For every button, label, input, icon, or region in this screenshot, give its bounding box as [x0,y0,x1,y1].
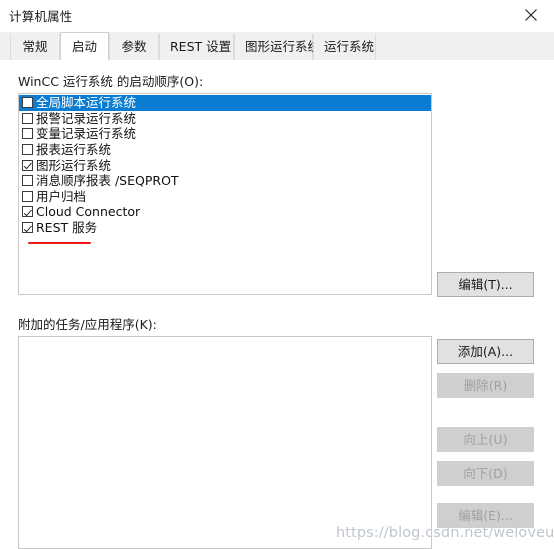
startup-list-item-label: 报表运行系统 [36,142,112,158]
checkbox-checked-icon[interactable] [22,206,33,218]
startup-list-item[interactable]: 消息顺序报表 /SEQPROT [19,173,431,189]
startup-list-item[interactable]: 报警记录运行系统 [19,111,431,127]
tab-panel-startup: WinCC 运行系统 的启动顺序(O): 全局脚本运行系统 报警记录运行系统 变量记… [0,60,554,549]
edit-task-button: 编辑(E)... [437,503,534,528]
red-underline-annotation [28,242,91,244]
additional-tasks-listbox[interactable] [18,336,432,549]
tab-0[interactable]: 常规 [10,34,60,60]
move-down-button: 向下(D) [437,461,534,486]
move-up-button: 向上(U) [437,427,534,452]
startup-list-item[interactable]: REST 服务 [19,220,431,236]
checkbox-unchecked-icon[interactable] [22,128,33,140]
additional-tasks-label: 附加的任务/应用程序(K): [18,317,157,332]
startup-list-item[interactable]: 报表运行系统 [19,142,431,158]
checkbox-checked-icon[interactable] [22,222,33,234]
add-task-button[interactable]: 添加(A)... [437,339,534,364]
tab-3[interactable]: REST 设置 [159,34,234,60]
tab-1[interactable]: 启动 [60,32,109,60]
tab-2[interactable]: 参数 [109,34,159,60]
startup-list-item-label: 变量记录运行系统 [36,126,137,142]
startup-list-item-label: 报警记录运行系统 [36,110,137,126]
tab-strip: 常规 启动 参数 REST 设置 图形运行系统 运行系统 [0,32,554,61]
window-title: 计算机属性 [9,9,73,24]
delete-task-button: 删除(R) [437,373,534,398]
startup-order-label: WinCC 运行系统 的启动顺序(O): [18,74,204,89]
startup-list-item-label: REST 服务 [36,220,98,236]
tab-4[interactable]: 图形运行系统 [234,34,320,60]
tab-5[interactable]: 运行系统 [313,34,376,60]
edit-startup-button[interactable]: 编辑(T)... [437,272,534,297]
startup-list-item-label: 图形运行系统 [36,157,112,173]
startup-list-item[interactable]: Cloud Connector [19,204,431,220]
title-bar: 计算机属性 [0,0,554,30]
checkbox-unchecked-icon[interactable] [22,112,33,124]
checkbox-checked-icon[interactable] [22,159,33,171]
startup-list-item-label: 用户归档 [36,188,87,204]
startup-list-item[interactable]: 图形运行系统 [19,157,431,173]
startup-list-item[interactable]: 全局脚本运行系统 [19,95,431,111]
startup-list-item-label: 全局脚本运行系统 [36,95,137,111]
checkbox-unchecked-icon[interactable] [22,175,33,187]
startup-list-item[interactable]: 变量记录运行系统 [19,126,431,142]
close-icon [525,8,537,21]
checkbox-unchecked-icon[interactable] [22,97,33,109]
close-button[interactable] [508,0,554,29]
checkbox-unchecked-icon[interactable] [22,190,33,202]
checkbox-unchecked-icon[interactable] [22,144,33,156]
startup-order-listbox[interactable]: 全局脚本运行系统 报警记录运行系统 变量记录运行系统 报表运行系统 图形运行系统 消息顺序… [18,93,432,295]
startup-list-item-label: 消息顺序报表 /SEQPROT [36,173,179,189]
startup-list-item-label: Cloud Connector [36,204,141,220]
startup-list-item[interactable]: 用户归档 [19,189,431,205]
